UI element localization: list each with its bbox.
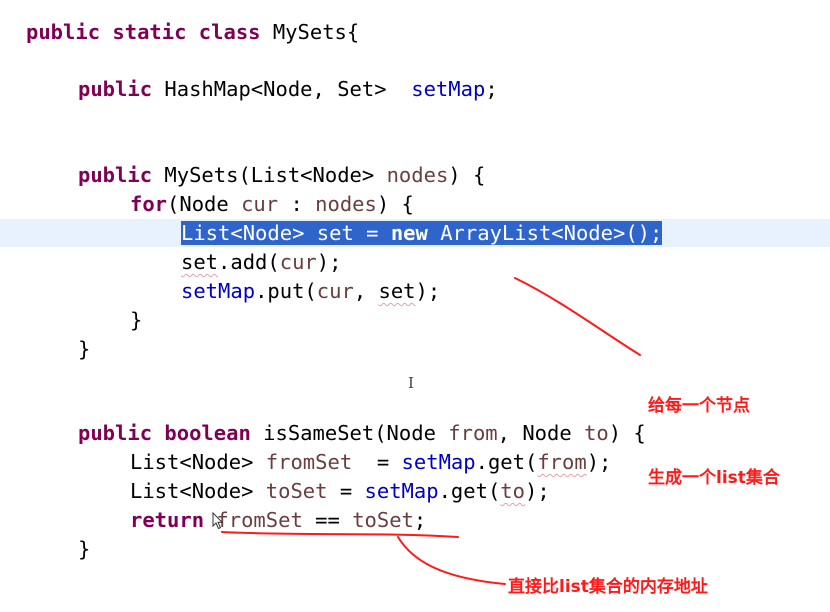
code-editor[interactable]: public static class MySets{ public HashM… [0,0,830,612]
variable-name: toSet [352,508,414,532]
code-line-for-loop[interactable]: for(Node cur : nodes) { [130,190,414,219]
code-text: ArrayList<Node>(); [427,221,663,245]
field-name: setMap [364,479,439,503]
code-text: .put( [255,279,317,303]
code-text: ); [316,250,342,274]
code-text: ) { [608,421,646,445]
parameter-name: to [584,421,609,445]
code-line-close-method[interactable]: } [78,535,90,564]
closing-brace: } [78,337,91,361]
code-text: = [352,450,402,474]
code-text: : [278,192,316,216]
keyword: return [130,508,217,532]
variable-name: cur [316,279,354,303]
variable-name: cur [279,250,317,274]
code-line-to-set[interactable]: List<Node> toSet = setMap.get(to); [130,477,550,506]
code-text: ); [586,450,612,474]
parameter-name: nodes [386,163,449,187]
code-text: ) { [448,163,486,187]
keyword: new [390,221,428,245]
code-line-method-decl[interactable]: public boolean isSameSet(Node from, Node… [78,419,646,448]
code-line-map-put[interactable]: setMap.put(cur, set); [181,277,440,306]
code-line-from-set[interactable]: List<Node> fromSet = setMap.get(from); [130,448,611,477]
field-name: setMap [411,77,486,101]
code-text: ; [485,77,498,101]
keyword: public [78,77,165,101]
text-selection[interactable]: List<Node> set = new ArrayList<Node>(); [181,221,663,245]
annotation-curve-to-note [397,536,506,585]
variable-name: toSet [265,479,328,503]
code-text: isSameSet(Node [263,421,449,445]
annotation-arrow-line [514,277,641,356]
code-line-new-list-selected[interactable]: List<Node> set = new ArrayList<Node>(); [181,219,663,248]
code-line-close-for[interactable]: } [130,306,142,335]
keyword: public boolean [78,421,264,445]
annotation-text: 生成一个list集合 [648,468,780,488]
parameter-name: to [500,479,525,503]
keyword: public static class [26,20,273,44]
closing-brace: } [78,537,91,561]
code-text: List<Node> [130,450,266,474]
keyword: for [130,192,168,216]
variable-name: fromSet [216,508,303,532]
keyword: public [78,163,165,187]
variable-name: fromSet [265,450,353,474]
variable-name: set [378,279,416,303]
code-text: , [353,279,379,303]
code-text: MySets(List<Node> [164,163,387,187]
code-text: , Node [497,421,585,445]
code-text: (Node [167,192,242,216]
annotation-note-generate-list: 给每一个节点 生成一个list集合 [648,346,780,538]
code-text: .get( [475,450,538,474]
variable-name: cur [241,192,279,216]
annotation-note-compare-address: 直接比list集合的内存地址 [508,577,708,597]
code-text: MySets{ [272,20,360,44]
code-line-set-add[interactable]: set.add(cur); [181,248,341,277]
code-text: == [302,508,353,532]
code-text: List<Node> set = [181,221,391,245]
code-text: = [327,479,365,503]
code-text: ) { [376,192,414,216]
code-line-return[interactable]: return fromSet == toSet; [130,506,426,535]
code-text: ; [413,508,427,532]
variable-name: set [181,250,219,274]
code-line-constructor[interactable]: public MySets(List<Node> nodes) { [78,161,485,190]
code-text: ); [415,279,441,303]
code-line-class-decl[interactable]: public static class MySets{ [26,18,359,47]
parameter-name: from [448,421,498,445]
code-text: HashMap<Node, Set> [164,77,412,101]
code-text: List<Node> [130,479,266,503]
code-text: .add( [218,250,280,274]
code-text: ); [524,479,550,503]
field-name: setMap [181,279,256,303]
text-cursor-icon: I [408,374,414,392]
code-line-field-decl[interactable]: public HashMap<Node, Set> setMap; [78,75,498,104]
field-name: setMap [401,450,476,474]
mouse-pointer-icon [212,512,224,530]
code-line-close-constructor[interactable]: } [78,335,90,364]
parameter-name: from [537,450,587,474]
variable-name: nodes [315,192,377,216]
closing-brace: } [130,308,143,332]
code-text: .get( [438,479,501,503]
annotation-text: 给每一个节点 [648,396,750,416]
